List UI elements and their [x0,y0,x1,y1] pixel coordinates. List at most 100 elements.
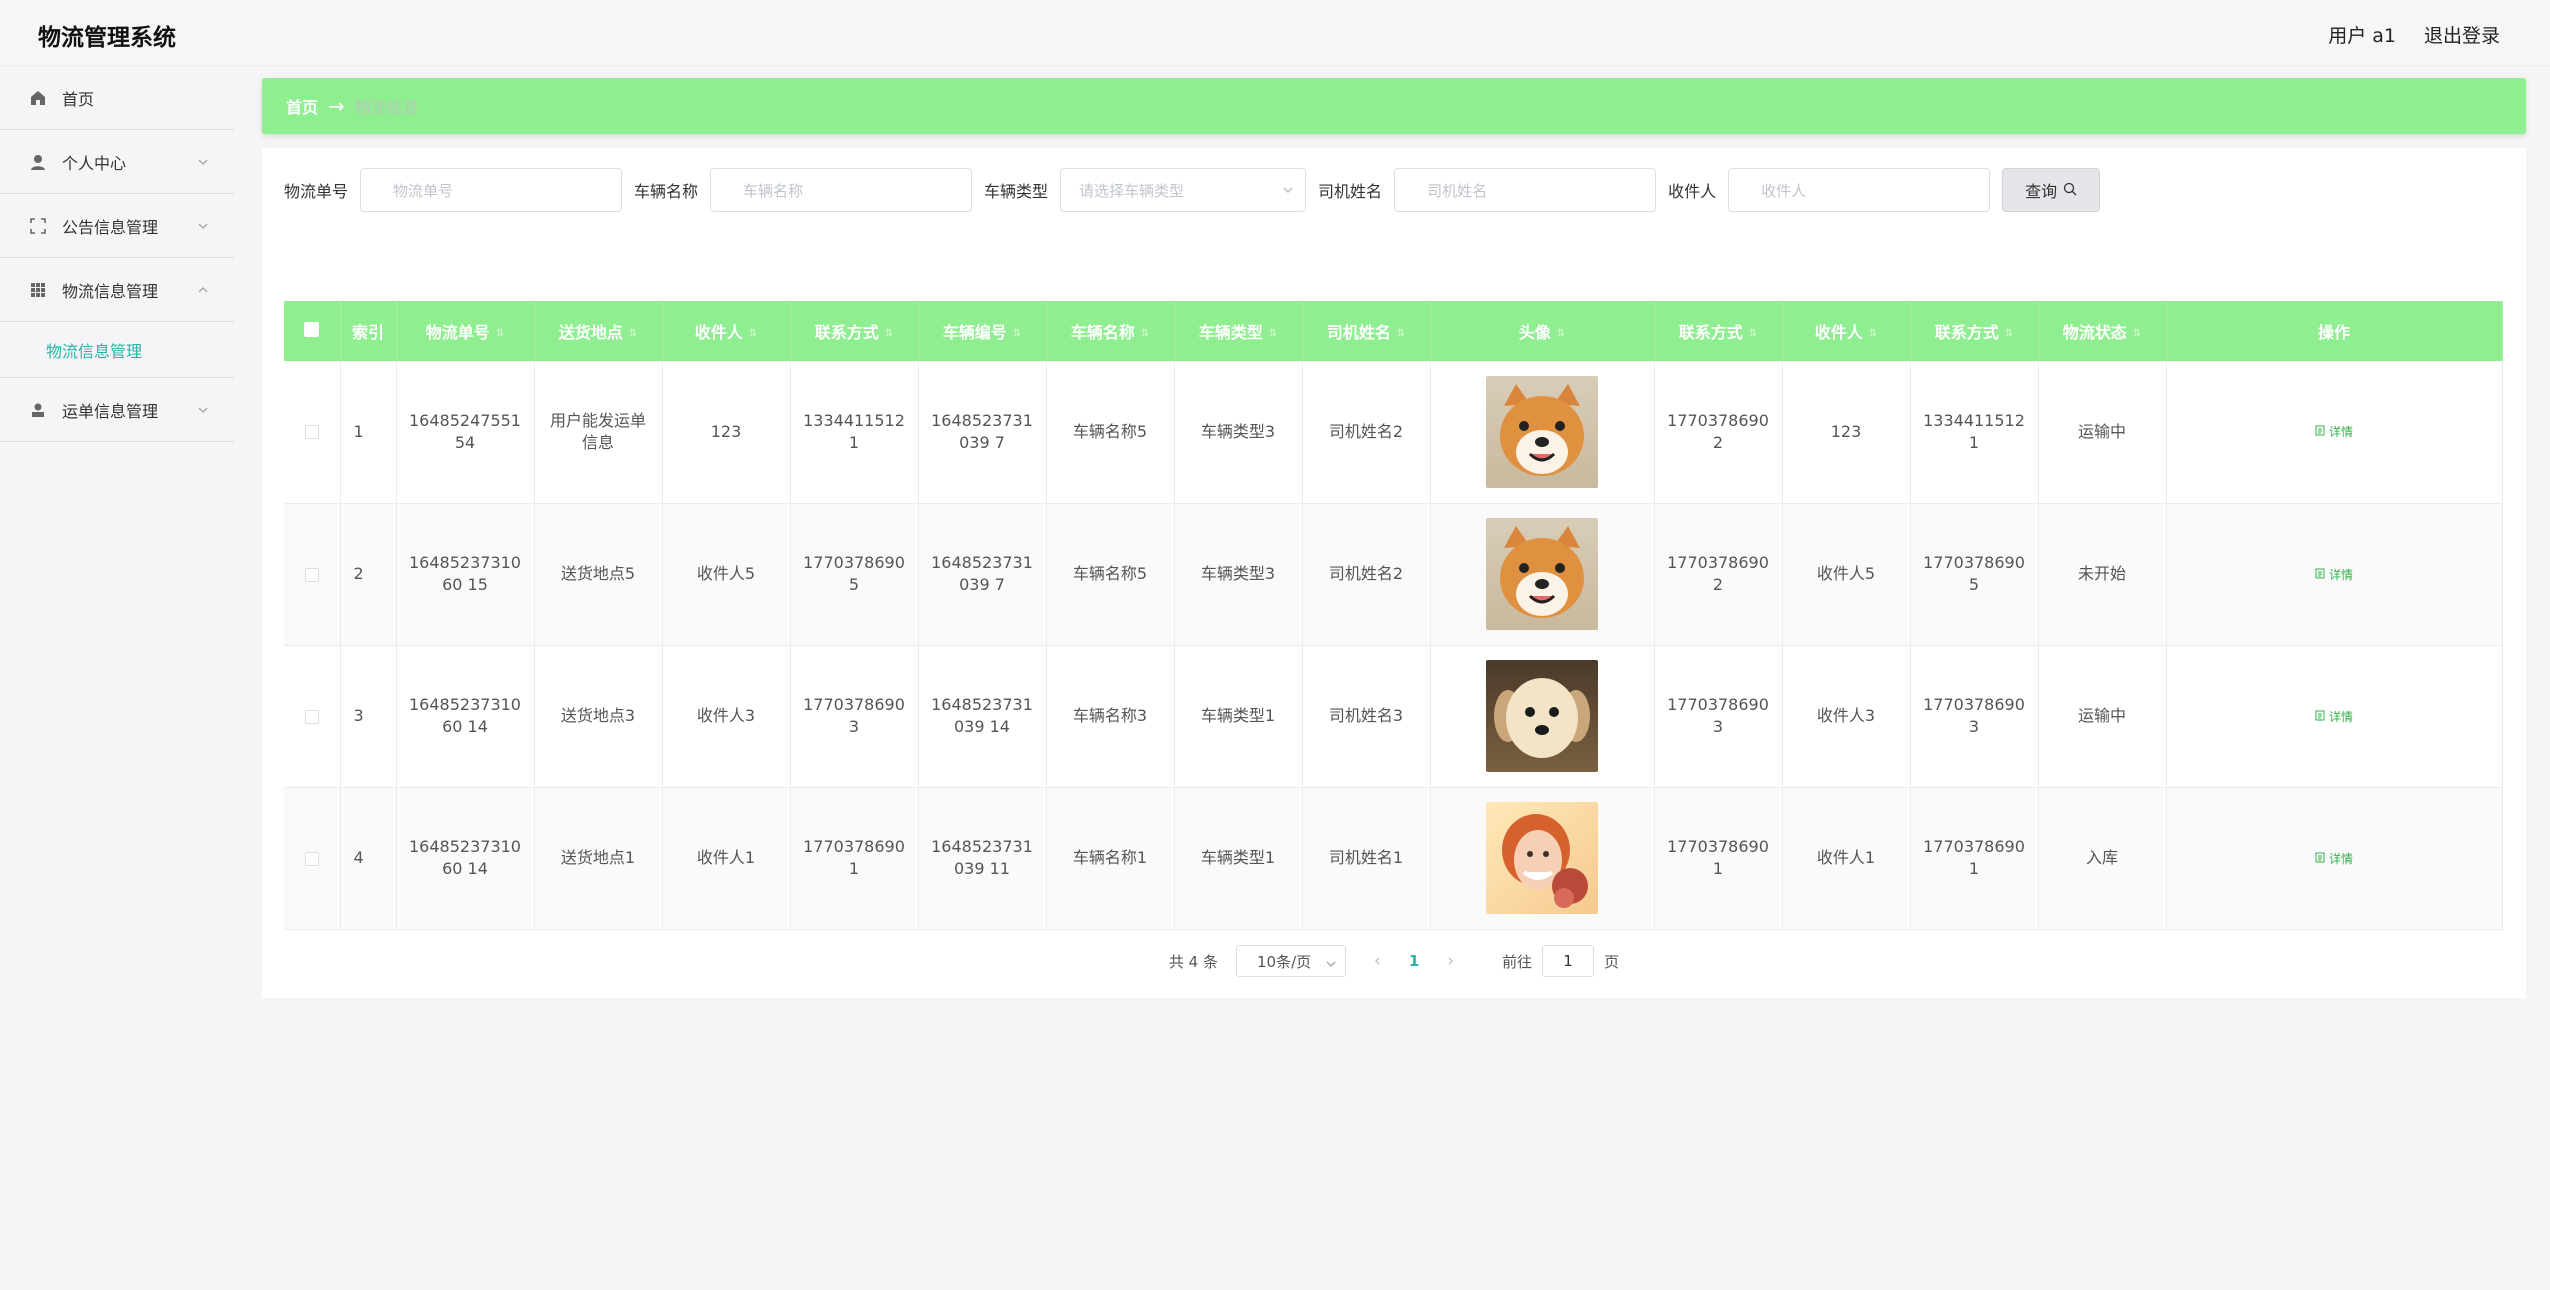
index-cell: 4 [340,787,397,930]
logout-button[interactable]: 退出登录 [2424,21,2500,48]
column-header[interactable]: 车辆编号 ⇅ [918,301,1047,361]
driver-input[interactable]: 司机姓名 [1394,168,1657,212]
grid-icon [28,280,48,300]
column-header[interactable]: 联系方式 ⇅ [1654,301,1783,361]
order-input[interactable]: 物流单号 [360,168,623,212]
column-header[interactable]: 物流状态 ⇅ [2038,301,2167,361]
sidebar-item-label: 物流信息管理 [62,281,159,301]
sort-icon[interactable]: ⇅ [1869,328,1877,339]
chevron-down-icon [196,154,210,168]
avatar-cell [1430,503,1655,646]
sort-icon[interactable]: ⇅ [1749,328,1757,339]
document-icon [2315,564,2325,586]
receiver-label: 收件人 [1668,182,1717,201]
status-cell: 入库 [2038,787,2167,930]
column-header[interactable]: 送货地点 ⇅ [534,301,663,361]
vehicle-no-cell: 1648523731039 7 [918,503,1047,646]
row-checkbox[interactable] [304,709,319,724]
sort-icon[interactable]: ⇅ [885,328,893,339]
detail-button[interactable]: 详情 [2315,421,2353,443]
arrow-right-icon: → [328,94,345,118]
receiver-cell: 收件人3 [662,645,791,788]
driver-cell: 司机姓名3 [1302,645,1431,788]
sidebar-item-notice[interactable]: 公告信息管理 [0,194,234,258]
next-page-button[interactable]: › [1447,951,1454,971]
breadcrumb: 首页 → 物流信息 [262,78,2526,134]
chevron-down-icon [1281,183,1295,197]
sort-icon[interactable]: ⇅ [1013,328,1021,339]
action-cell: 详情 [2166,787,2503,930]
driver-phone-cell: 17703786902 [1654,503,1783,646]
row-select-cell [284,787,341,930]
phone2-cell: 13344115121 [1910,361,2039,504]
prev-page-button[interactable]: ‹ [1374,951,1381,971]
index-cell: 3 [340,645,397,788]
receiver2-cell: 123 [1782,361,1911,504]
sidebar: 首页 个人中心 公告信息管理 物流信息管理 物流信息管理 运单信息管理 [0,66,234,1290]
column-header[interactable]: 车辆类型 ⇅ [1174,301,1303,361]
row-checkbox[interactable] [304,567,319,582]
column-header[interactable]: 收件人 ⇅ [1782,301,1911,361]
user-name[interactable]: 用户 a1 [2328,21,2396,48]
sort-icon[interactable]: ⇅ [629,328,637,339]
detail-button[interactable]: 详情 [2315,564,2353,586]
column-header[interactable]: 车辆名称 ⇅ [1046,301,1175,361]
vehicle-name-input[interactable]: 车辆名称 [710,168,973,212]
chevron-down-icon [196,218,210,232]
sort-icon[interactable]: ⇅ [2005,328,2013,339]
chevron-down-icon [1325,956,1337,968]
receiver-input[interactable]: 收件人 [1728,168,1991,212]
sort-icon[interactable]: ⇅ [2133,328,2141,339]
sidebar-item-profile[interactable]: 个人中心 [0,130,234,194]
sidebar-item-waybill[interactable]: 运单信息管理 [0,378,234,442]
status-cell: 运输中 [2038,361,2167,504]
driver-label: 司机姓名 [1318,182,1383,201]
detail-button[interactable]: 详情 [2315,848,2353,870]
goto-page-input[interactable]: 1 [1542,945,1595,977]
search-icon [2063,181,2077,200]
phone-cell: 17703786905 [790,503,919,646]
sidebar-item-logistics[interactable]: 物流信息管理 [0,258,234,322]
avatar [1439,802,1646,914]
sort-icon[interactable]: ⇅ [1141,328,1149,339]
sort-icon[interactable]: ⇅ [1397,328,1405,339]
action-cell: 详情 [2166,503,2503,646]
column-header[interactable]: 联系方式 ⇅ [790,301,919,361]
sort-icon[interactable]: ⇅ [496,328,504,339]
column-header[interactable]: 司机姓名 ⇅ [1302,301,1431,361]
sidebar-subitem-logistics-info[interactable]: 物流信息管理 [0,322,234,378]
order-cell: 1648523731060 14 [396,645,535,788]
column-header[interactable]: 联系方式 ⇅ [1910,301,2039,361]
column-header[interactable]: 物流单号 ⇅ [396,301,535,361]
sidebar-item-label: 首页 [62,89,95,109]
driver-cell: 司机姓名1 [1302,787,1431,930]
breadcrumb-current: 物流信息 [354,98,419,117]
breadcrumb-home[interactable]: 首页 [286,94,318,118]
detail-button[interactable]: 详情 [2315,706,2353,728]
sidebar-item-home[interactable]: 首页 [0,66,234,130]
avatar-cell [1430,645,1655,788]
vehicle-type-select[interactable]: 请选择车辆类型 [1060,168,1307,212]
page-size-select[interactable]: 10条/页 [1236,945,1346,977]
index-cell: 2 [340,503,397,646]
page-size-value: 10条/页 [1257,952,1312,971]
place-cell: 送货地点5 [534,503,663,646]
avatar [1439,375,1646,488]
column-header[interactable]: 收件人 ⇅ [662,301,791,361]
vehicle-no-cell: 1648523731039 11 [918,787,1047,930]
sort-icon[interactable]: ⇅ [1269,328,1277,339]
page-number[interactable]: 1 [1409,952,1419,970]
search-button[interactable]: 查询 [2002,168,2101,212]
sidebar-item-label: 运单信息管理 [62,401,159,421]
row-checkbox[interactable] [304,425,319,440]
action-cell: 详情 [2166,645,2503,788]
place-cell: 送货地点1 [534,787,663,930]
column-header[interactable]: 头像 ⇅ [1430,301,1655,361]
sort-icon[interactable]: ⇅ [749,328,757,339]
pagination: 共 4 条 10条/页 ‹ 1 › 前往 1 页 [262,944,2526,978]
order-cell: 1648523731060 15 [396,503,535,646]
select-all-checkbox[interactable] [304,321,320,337]
driver-phone-cell: 17703786902 [1654,361,1783,504]
sort-icon[interactable]: ⇅ [1557,328,1565,339]
row-checkbox[interactable] [304,851,319,866]
